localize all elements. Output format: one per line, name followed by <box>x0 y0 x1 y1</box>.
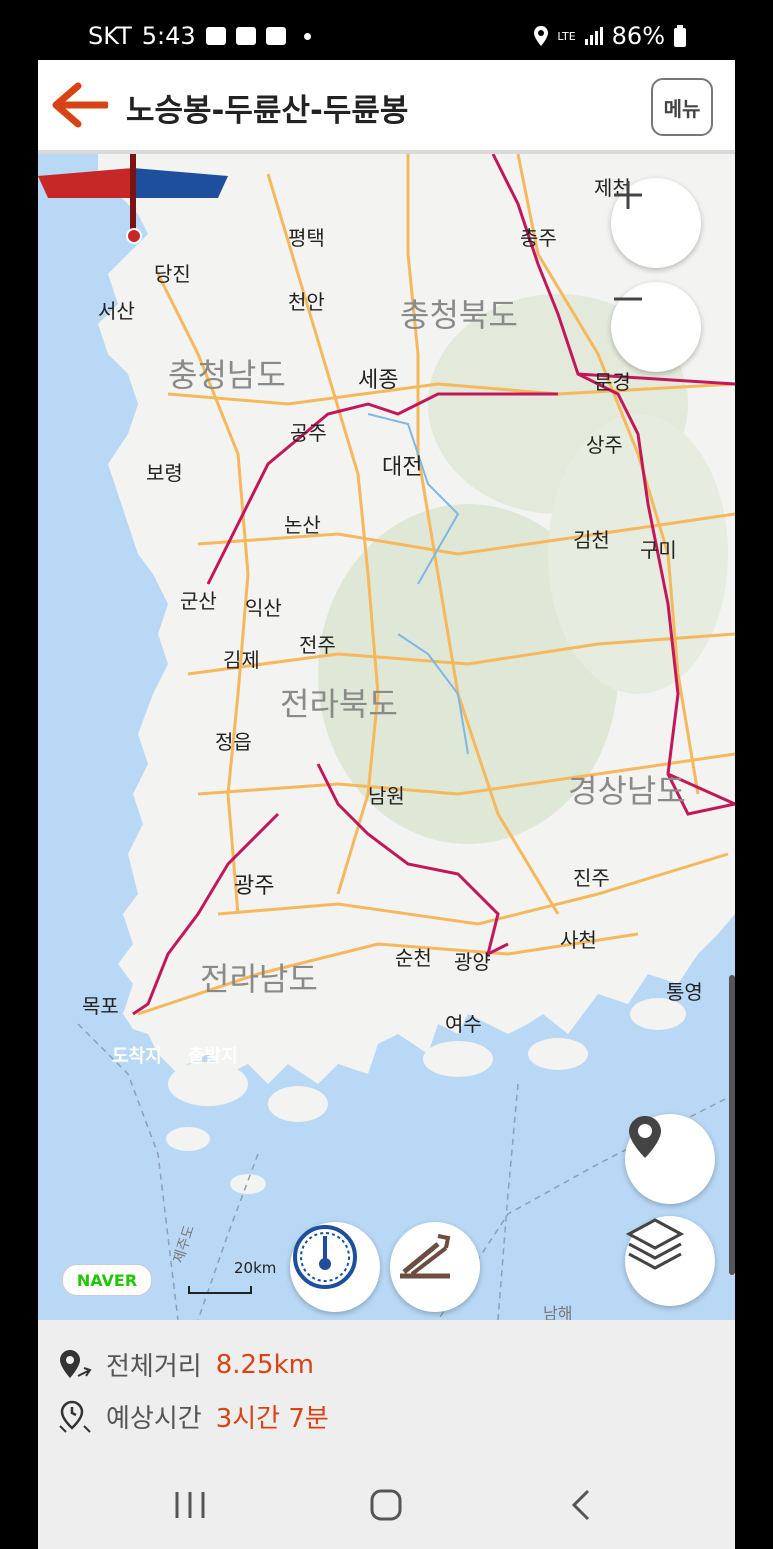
time-label: 5:43 <box>141 22 196 50</box>
layers-icon <box>625 1218 685 1270</box>
flag-end-label: 도착지 <box>112 1046 162 1067</box>
map-city-label: 김제 <box>223 648 260 672</box>
map-city-label: 서산 <box>98 299 135 323</box>
youtube-notification-icon <box>265 27 286 45</box>
map-region-label: 충청남도 <box>168 356 286 394</box>
map-city-label: 통영 <box>666 980 703 1004</box>
chevron-left-icon <box>571 1489 590 1521</box>
menu-button[interactable]: 메뉴 <box>651 78 713 136</box>
map-region-label: 경상남도 <box>568 772 686 810</box>
map-city-label: 남원 <box>368 784 405 808</box>
plus-icon <box>614 181 642 209</box>
map-view[interactable]: 제천 평택 충주 당진 서산 천안 문경 세종 공주 상주 보령 대전 논산 김… <box>38 154 735 1320</box>
arrow-left-icon <box>52 82 110 128</box>
map-region-label: 전라남도 <box>200 960 318 998</box>
flag-start-label: 출발지 <box>188 1046 238 1067</box>
map-city-label: 당진 <box>154 262 191 286</box>
more-notifications-icon <box>303 32 311 40</box>
map-city-label: 천안 <box>288 290 325 314</box>
map-city-label: 김천 <box>573 528 610 552</box>
route-flag-marker[interactable] <box>38 154 228 244</box>
time-label: 예상시간 <box>106 1404 202 1434</box>
map-city-label: 정읍 <box>215 730 252 754</box>
home-button[interactable] <box>356 1480 416 1530</box>
map-city-label: 사천 <box>560 928 597 952</box>
system-nav-bar <box>38 1460 735 1549</box>
island <box>268 1086 328 1122</box>
map-layers-button[interactable] <box>625 1216 715 1306</box>
map-region-label: 충청북도 <box>400 296 518 334</box>
system-back-button[interactable] <box>550 1480 610 1530</box>
map-city-label: 대전 <box>382 455 423 480</box>
recent-apps-button[interactable] <box>160 1480 220 1530</box>
sea-label: 남해 <box>543 1304 573 1320</box>
map-region-label: 전라북도 <box>280 685 398 723</box>
map-city-label: 평택 <box>288 226 325 250</box>
home-icon <box>370 1489 402 1521</box>
distance-value: 8.25km <box>215 1349 314 1380</box>
map-city-label: 여수 <box>445 1012 482 1036</box>
map-city-label: 보령 <box>146 461 183 485</box>
map-city-label: 상주 <box>586 433 623 457</box>
map-city-label: 군산 <box>180 589 217 613</box>
carrier-label: SKT <box>88 22 132 50</box>
zoom-in-button[interactable] <box>611 178 701 268</box>
map-city-label: 목포 <box>82 994 119 1018</box>
elevation-button[interactable] <box>390 1222 480 1312</box>
map-city-label: 익산 <box>245 596 282 620</box>
time-row: 예상시간 3시간 7분 <box>58 1398 329 1435</box>
scale-bar <box>188 1286 252 1294</box>
back-button[interactable] <box>52 82 110 128</box>
estimated-time-icon <box>59 1400 91 1433</box>
scale-label: 20km <box>234 1259 277 1277</box>
island <box>423 1041 493 1077</box>
map-city-label: 전주 <box>299 633 336 657</box>
map-city-label: 공주 <box>290 421 327 445</box>
recent-apps-icon <box>175 1492 205 1518</box>
map-city-label: 광양 <box>454 950 491 974</box>
map-city-label: 논산 <box>284 513 321 537</box>
location-pin-icon <box>629 1116 661 1158</box>
island <box>168 1062 248 1106</box>
minus-icon <box>614 297 642 301</box>
status-bar: SKT 5:43 LTE 86% <box>0 0 773 60</box>
network-label: LTE <box>557 29 576 43</box>
map-city-label: 세종 <box>358 368 399 393</box>
map-scrollbar[interactable] <box>729 975 735 1275</box>
map-city-label: 문경 <box>594 370 631 394</box>
compass-icon <box>293 1225 357 1289</box>
map-city-label: 광주 <box>234 874 275 899</box>
battery-label: 86% <box>611 22 665 50</box>
compass-button[interactable] <box>290 1222 380 1312</box>
image-notification-icon <box>205 27 226 45</box>
signal-icon <box>584 27 603 45</box>
app-header: 노승봉-두륜산-두륜봉 메뉴 <box>38 60 735 154</box>
distance-row: 전체거리 8.25km <box>58 1346 314 1383</box>
map-city-label: 진주 <box>573 866 610 890</box>
time-value: 3시간 7분 <box>215 1404 329 1434</box>
my-location-button[interactable] <box>625 1114 715 1204</box>
app-notification-icon <box>235 27 256 45</box>
location-status-icon <box>534 26 549 46</box>
route-distance-icon <box>60 1349 92 1378</box>
map-city-label: 충주 <box>520 226 557 250</box>
island <box>528 1038 588 1070</box>
map-city-label: 순천 <box>395 946 432 970</box>
map-city-label: 구미 <box>640 538 677 562</box>
naver-logo: NAVER <box>62 1264 152 1296</box>
island <box>166 1127 210 1151</box>
battery-icon <box>674 25 686 47</box>
app-screen: 노승봉-두륜산-두륜봉 메뉴 제천 평택 충주 당진 서산 천안 문경 세종 공… <box>38 60 735 1549</box>
island <box>230 1174 266 1194</box>
zoom-out-button[interactable] <box>611 282 701 372</box>
elevation-icon <box>400 1234 451 1279</box>
distance-label: 전체거리 <box>106 1352 202 1382</box>
page-title: 노승봉-두륜산-두륜봉 <box>126 93 409 129</box>
